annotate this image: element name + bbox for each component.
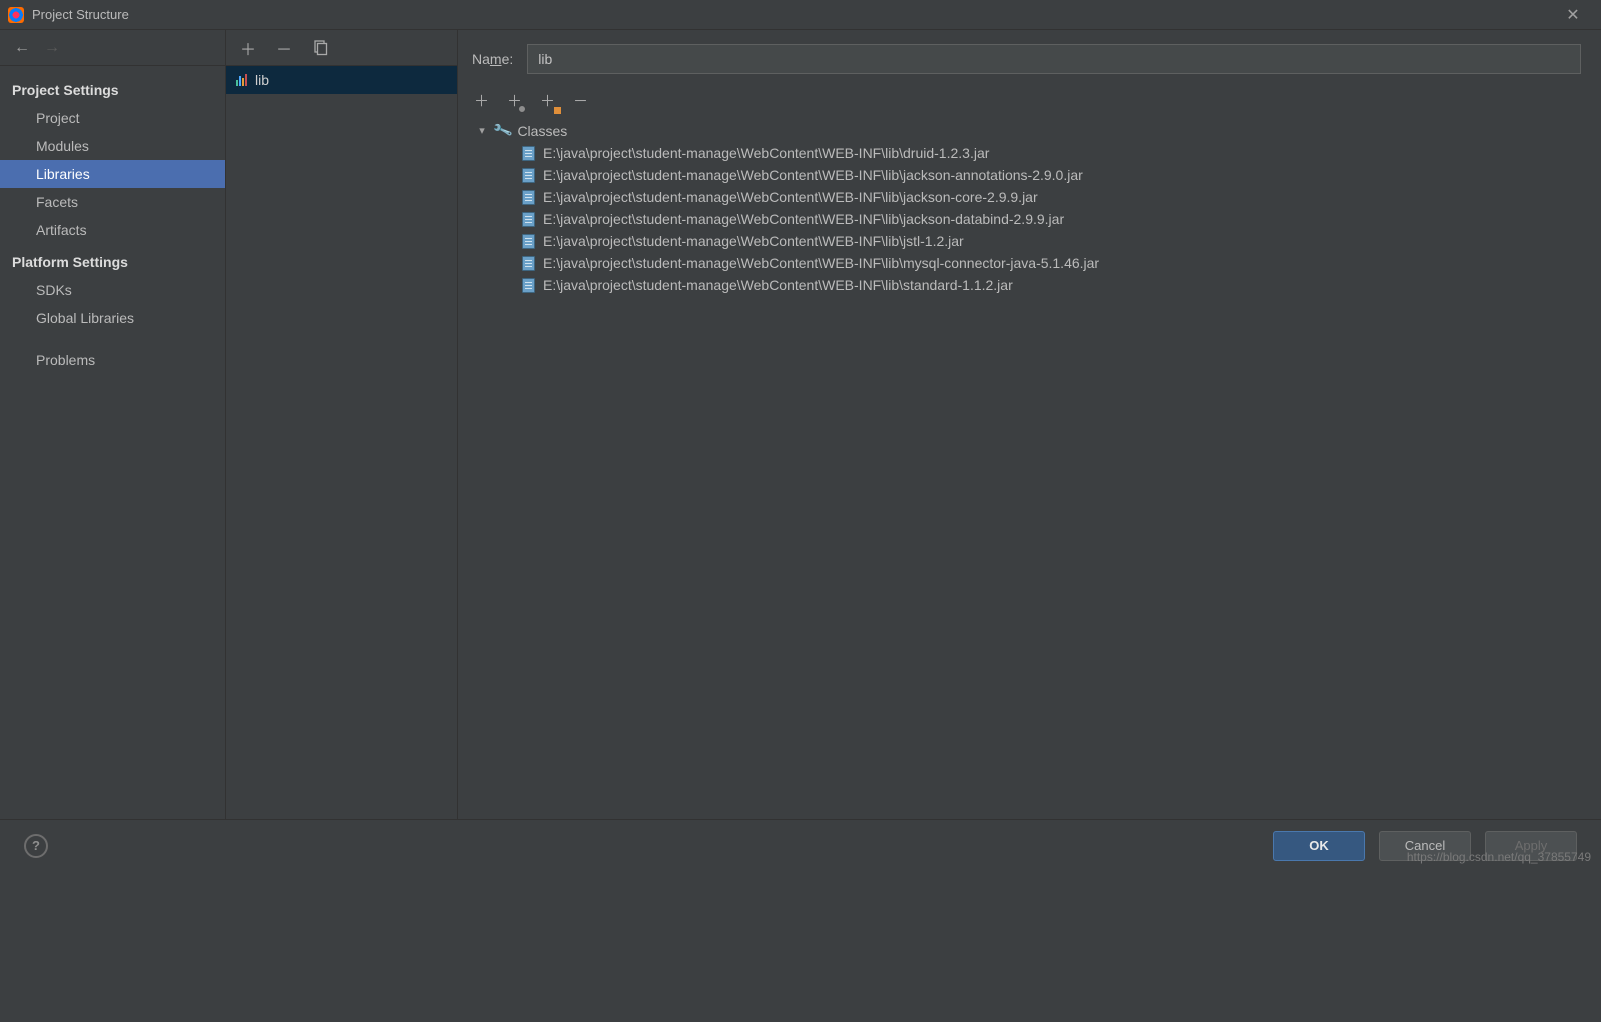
copy-library-button[interactable] — [312, 40, 328, 56]
sidebar: ← → Project SettingsProjectModulesLibrar… — [0, 30, 226, 819]
sidebar-item-modules[interactable]: Modules — [0, 132, 225, 160]
library-toolbar: ＋ － — [226, 30, 457, 66]
class-path: E:\java\project\student-manage\WebConten… — [543, 167, 1083, 183]
jar-icon — [522, 168, 535, 183]
jar-icon — [522, 278, 535, 293]
titlebar: Project Structure ✕ — [0, 0, 1601, 30]
class-entry[interactable]: E:\java\project\student-manage\WebConten… — [472, 142, 1581, 164]
class-entry[interactable]: E:\java\project\student-manage\WebConten… — [472, 230, 1581, 252]
class-path: E:\java\project\student-manage\WebConten… — [543, 189, 1038, 205]
class-entry[interactable]: E:\java\project\student-manage\WebConten… — [472, 186, 1581, 208]
jar-icon — [522, 146, 535, 161]
sidebar-item-artifacts[interactable]: Artifacts — [0, 216, 225, 244]
add-library-button[interactable]: ＋ — [240, 36, 256, 60]
jar-icon — [522, 234, 535, 249]
sidebar-list: Project SettingsProjectModulesLibrariesF… — [0, 66, 225, 380]
sidebar-heading-project: Project Settings — [0, 72, 225, 104]
add-annotation-button[interactable]: ＋ — [540, 90, 555, 111]
add-root-button[interactable]: ＋ — [474, 90, 489, 111]
class-entry[interactable]: E:\java\project\student-manage\WebConten… — [472, 274, 1581, 296]
name-label: Name: — [472, 51, 513, 67]
remove-root-button[interactable]: － — [573, 90, 588, 111]
source-badge-icon — [518, 105, 526, 113]
class-path: E:\java\project\student-manage\WebConten… — [543, 145, 989, 161]
class-entry[interactable]: E:\java\project\student-manage\WebConten… — [472, 164, 1581, 186]
class-entry[interactable]: E:\java\project\student-manage\WebConten… — [472, 252, 1581, 274]
add-source-button[interactable]: ＋ — [507, 90, 522, 111]
class-entry[interactable]: E:\java\project\student-manage\WebConten… — [472, 208, 1581, 230]
ok-button[interactable]: OK — [1273, 831, 1365, 861]
sidebar-item-libraries[interactable]: Libraries — [0, 160, 225, 188]
chevron-down-icon: ▾ — [476, 124, 488, 137]
detail-toolbar: ＋ ＋ ＋ － — [472, 90, 1581, 111]
nav-back-icon[interactable]: ← — [14, 39, 30, 57]
sidebar-nav: ← → — [0, 30, 225, 66]
sidebar-item-facets[interactable]: Facets — [0, 188, 225, 216]
nav-forward-icon[interactable]: → — [44, 39, 60, 57]
class-path: E:\java\project\student-manage\WebConten… — [543, 255, 1099, 271]
tree-root-classes[interactable]: ▾ 🔧 Classes — [472, 119, 1581, 142]
dialog-footer: ? OK Cancel Apply — [0, 819, 1601, 871]
classes-icon: 🔧 — [492, 120, 514, 142]
library-list: lib — [226, 66, 457, 819]
jar-icon — [522, 190, 535, 205]
library-tree: ▾ 🔧 Classes E:\java\project\student-mana… — [472, 119, 1581, 296]
library-list-panel: ＋ － lib — [226, 30, 458, 819]
library-icon — [236, 74, 247, 86]
sidebar-item-problems[interactable]: Problems — [0, 346, 225, 374]
watermark: https://blog.csdn.net/qq_37855749 — [1407, 850, 1591, 864]
app-icon — [8, 7, 24, 23]
window-title: Project Structure — [32, 7, 1553, 22]
library-detail-panel: Name: ＋ ＋ ＋ － ▾ 🔧 Classes E:\java\projec… — [458, 30, 1601, 819]
help-button[interactable]: ? — [24, 834, 48, 858]
library-item-label: lib — [255, 72, 269, 88]
jar-icon — [522, 212, 535, 227]
sidebar-item-sdks[interactable]: SDKs — [0, 276, 225, 304]
class-path: E:\java\project\student-manage\WebConten… — [543, 233, 964, 249]
sidebar-heading-platform: Platform Settings — [0, 244, 225, 276]
close-button[interactable]: ✕ — [1553, 0, 1593, 30]
library-item-lib[interactable]: lib — [226, 66, 457, 94]
remove-library-button[interactable]: － — [276, 36, 292, 60]
annotation-badge-icon — [554, 107, 561, 114]
class-path: E:\java\project\student-manage\WebConten… — [543, 211, 1064, 227]
sidebar-item-project[interactable]: Project — [0, 104, 225, 132]
class-path: E:\java\project\student-manage\WebConten… — [543, 277, 1013, 293]
jar-icon — [522, 256, 535, 271]
tree-root-label: Classes — [517, 123, 567, 139]
sidebar-item-global-libraries[interactable]: Global Libraries — [0, 304, 225, 332]
library-name-input[interactable] — [527, 44, 1581, 74]
